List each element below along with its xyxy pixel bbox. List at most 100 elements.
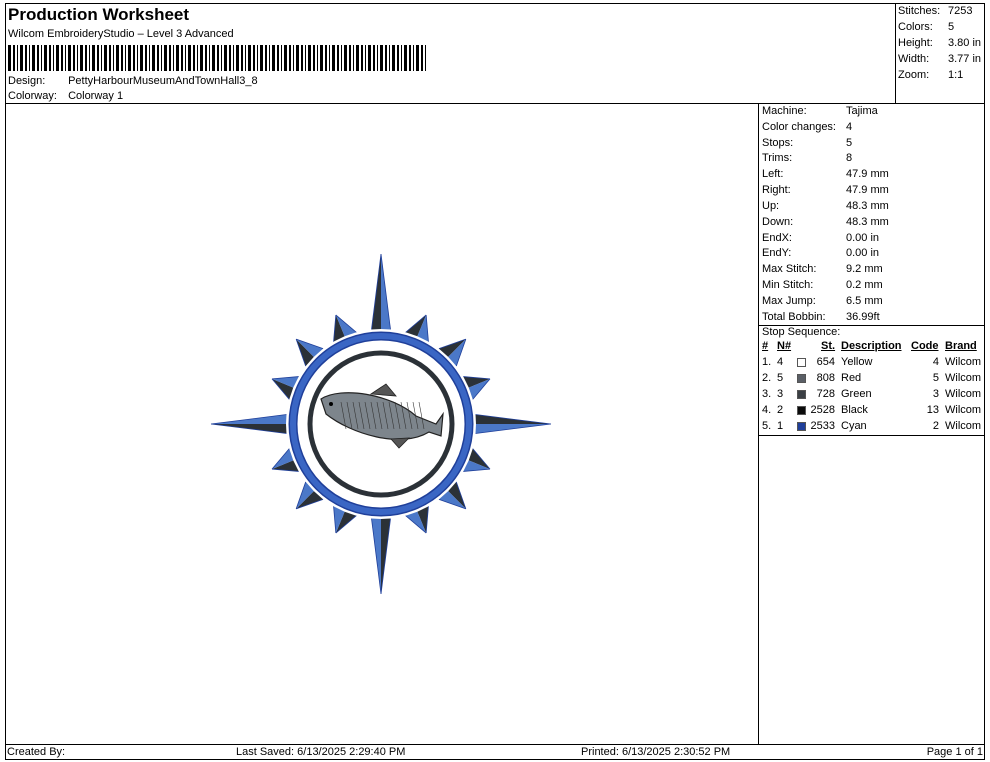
- color-description: Green: [841, 388, 872, 400]
- summary-row: Stitches: 7253: [898, 5, 984, 20]
- info-label: EndY:: [762, 247, 792, 259]
- thread-brand: Wilcom: [945, 420, 982, 432]
- colorway-row: Colorway: Colorway 1: [8, 90, 123, 102]
- stop-number: 1.: [762, 356, 772, 368]
- info-row: Up: 48.3 mm: [762, 200, 982, 215]
- color-description: Red: [841, 372, 862, 384]
- stitch-count: 654: [816, 356, 835, 368]
- summary-value: 3.77 in: [948, 53, 982, 65]
- info-label: Trims:: [762, 152, 793, 164]
- summary-panel: Stitches: 7253 Colors: 5 Height: 3.80 in Wi…: [896, 3, 985, 104]
- printed-date: Printed: 6/13/2025 2:30:52 PM: [581, 746, 731, 758]
- col-header-description: Description: [841, 340, 902, 352]
- summary-row: Colors: 5: [898, 21, 984, 36]
- info-value: 0.00 in: [846, 247, 880, 259]
- colorway-value: Colorway 1: [68, 90, 124, 102]
- table-row: 1. 4 654 Yellow 4 Wilcom: [759, 356, 985, 371]
- summary-value: 1:1: [948, 69, 964, 81]
- color-code: 3: [932, 388, 939, 400]
- needle-number: 4: [777, 356, 784, 368]
- info-label: Machine:: [762, 105, 807, 117]
- info-row: Machine: Tajima: [762, 105, 982, 120]
- table-row: 5. 1 2533 Cyan 2 Wilcom: [759, 420, 985, 435]
- info-value: 0.2 mm: [846, 279, 883, 291]
- color-description: Cyan: [841, 420, 867, 432]
- summary-label: Width:: [898, 53, 930, 65]
- table-row: 4. 2 2528 Black 13 Wilcom: [759, 404, 985, 419]
- table-row: 2. 5 808 Red 5 Wilcom: [759, 372, 985, 387]
- summary-row: Height: 3.80 in: [898, 37, 984, 52]
- info-row: EndY: 0.00 in: [762, 247, 982, 262]
- info-label: Down:: [762, 216, 794, 228]
- col-header-num: #: [762, 340, 769, 352]
- page-title: Production Worksheet: [8, 5, 190, 24]
- info-row: Max Stitch: 9.2 mm: [762, 263, 982, 278]
- summary-label: Zoom:: [898, 69, 930, 81]
- info-label: Total Bobbin:: [762, 311, 826, 323]
- page-number: Page 1 of 1: [926, 746, 983, 758]
- info-label: Color changes:: [762, 121, 836, 133]
- info-row: Color changes: 4: [762, 121, 982, 136]
- info-value: Tajima: [846, 105, 878, 117]
- thread-brand: Wilcom: [945, 404, 982, 416]
- stitch-count: 728: [816, 388, 835, 400]
- color-code: 5: [932, 372, 939, 384]
- info-value: 0.00 in: [846, 232, 880, 244]
- col-header-code: Code: [911, 340, 939, 352]
- needle-number: 2: [777, 404, 784, 416]
- col-header-n: N#: [777, 340, 792, 352]
- stop-sequence-title: Stop Sequence:: [762, 326, 982, 341]
- colorway-label: Colorway:: [8, 90, 57, 102]
- color-description: Yellow: [841, 356, 873, 368]
- color-swatch-icon: [797, 374, 806, 383]
- worksheet-footer: Created By: Last Saved: 6/13/2025 2:29:4…: [5, 744, 985, 760]
- color-code: 2: [932, 420, 939, 432]
- color-swatch-icon: [797, 406, 806, 415]
- info-row: Down: 48.3 mm: [762, 216, 982, 231]
- info-value: 5: [846, 137, 853, 149]
- info-value: 47.9 mm: [846, 184, 889, 196]
- info-label: Min Stitch:: [762, 279, 814, 291]
- needle-number: 5: [777, 372, 784, 384]
- color-swatch-icon: [797, 358, 806, 367]
- info-row: Max Jump: 6.5 mm: [762, 295, 982, 310]
- last-saved: Last Saved: 6/13/2025 2:29:40 PM: [236, 746, 406, 758]
- created-by: Created By:: [7, 746, 66, 758]
- needle-number: 1: [777, 420, 784, 432]
- stitch-count: 2533: [810, 420, 835, 432]
- info-value: 9.2 mm: [846, 263, 883, 275]
- stitch-count: 808: [816, 372, 835, 384]
- stop-sequence-label: Stop Sequence:: [762, 326, 841, 338]
- summary-label: Stitches:: [898, 5, 941, 17]
- info-label: Max Stitch:: [762, 263, 817, 275]
- color-code: 13: [926, 404, 939, 416]
- summary-value: 5: [948, 21, 955, 33]
- info-label: EndX:: [762, 232, 792, 244]
- info-value: 6.5 mm: [846, 295, 883, 307]
- stop-number: 5.: [762, 420, 772, 432]
- summary-row: Zoom: 1:1: [898, 69, 984, 84]
- design-value: PettyHarbourMuseumAndTownHall3_8: [68, 75, 258, 87]
- divider: [759, 435, 985, 436]
- info-label: Stops:: [762, 137, 794, 149]
- summary-value: 7253: [948, 5, 973, 17]
- thread-brand: Wilcom: [945, 388, 982, 400]
- needle-number: 3: [777, 388, 784, 400]
- info-row: Stops: 5: [762, 137, 982, 152]
- info-label: Left:: [762, 168, 784, 180]
- color-description: Black: [841, 404, 868, 416]
- table-row: 3. 3 728 Green 3 Wilcom: [759, 388, 985, 403]
- summary-value: 3.80 in: [948, 37, 982, 49]
- summary-label: Height:: [898, 37, 933, 49]
- software-name: Wilcom EmbroideryStudio – Level 3 Advanc…: [8, 28, 234, 40]
- info-row: EndX: 0.00 in: [762, 232, 982, 247]
- info-value: 47.9 mm: [846, 168, 889, 180]
- info-value: 48.3 mm: [846, 216, 889, 228]
- color-swatch-icon: [797, 390, 806, 399]
- info-value: 36.99ft: [846, 311, 880, 323]
- color-code: 4: [932, 356, 939, 368]
- thread-brand: Wilcom: [945, 372, 982, 384]
- info-label: Max Jump:: [762, 295, 816, 307]
- barcode-icon: [8, 45, 426, 71]
- info-label: Right:: [762, 184, 791, 196]
